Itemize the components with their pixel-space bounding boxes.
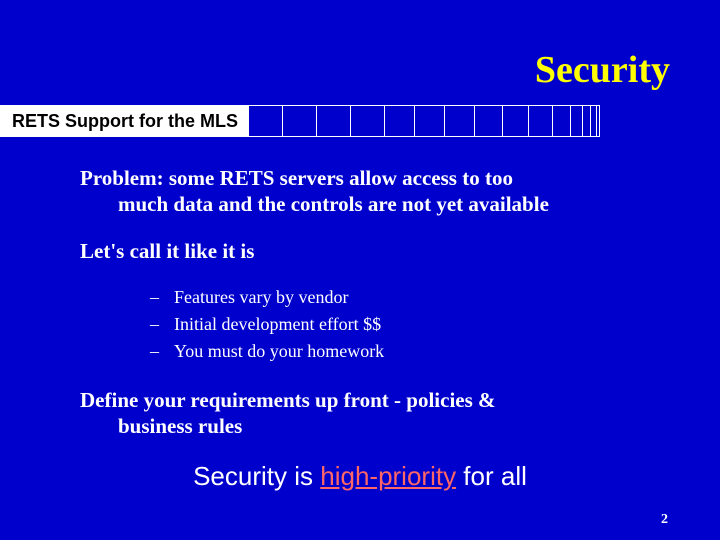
problem-line2: much data and the controls are not yet a… xyxy=(80,191,670,217)
header-label: RETS Support for the MLS xyxy=(0,105,248,137)
problem-statement: Problem: some RETS servers allow access … xyxy=(80,165,670,218)
footer-post: for all xyxy=(456,461,527,491)
list-item: You must do your homework xyxy=(150,338,670,365)
define-line1: Define your requirements up front - poli… xyxy=(80,388,496,412)
footer-statement: Security is high-priority for all xyxy=(0,461,720,492)
problem-line1: Problem: some RETS servers allow access … xyxy=(80,166,513,190)
slide-title: Security xyxy=(535,48,670,92)
list-item: Initial development effort $$ xyxy=(150,311,670,338)
define-requirements: Define your requirements up front - poli… xyxy=(80,387,670,440)
define-line2: business rules xyxy=(80,413,670,439)
content-area: Problem: some RETS servers allow access … xyxy=(80,165,670,459)
header-decoration xyxy=(248,105,720,137)
footer-pre: Security is xyxy=(193,461,320,491)
list-item: Features vary by vendor xyxy=(150,284,670,311)
header-bar: RETS Support for the MLS xyxy=(0,105,720,137)
footer-highlight: high-priority xyxy=(320,461,456,491)
call-it-heading: Let's call it like it is xyxy=(80,238,670,264)
page-number: 2 xyxy=(661,512,668,528)
bullet-list: Features vary by vendor Initial developm… xyxy=(150,284,670,365)
